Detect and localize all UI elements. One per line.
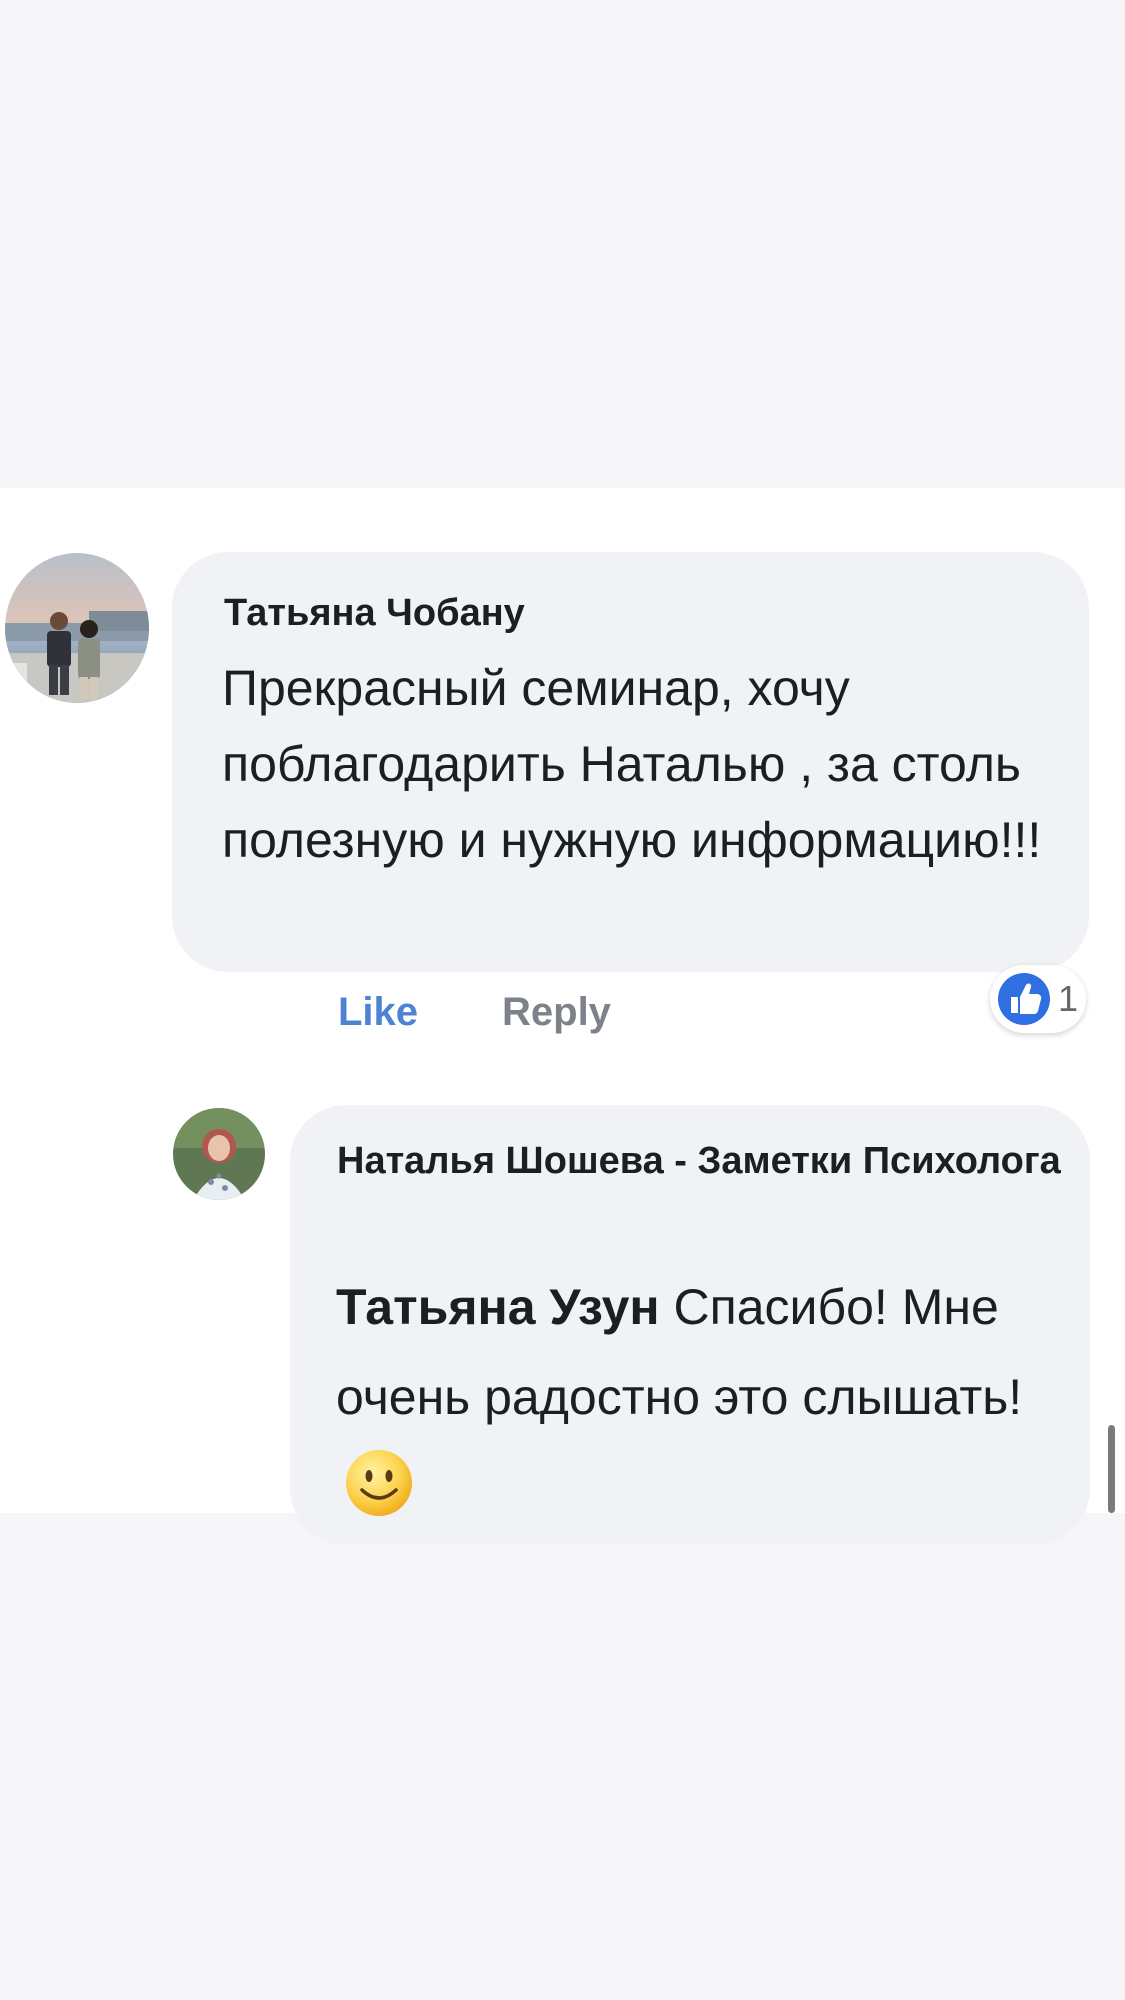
reply-text: Татьяна Узун Спасибо! Мне очень радостно… [336, 1262, 1076, 1532]
like-icon [998, 973, 1050, 1025]
scrollbar-thumb[interactable] [1108, 1425, 1115, 1513]
avatar-photo [5, 553, 149, 703]
reaction-count: 1 [1058, 978, 1079, 1019]
comment-text: Прекрасный семинар, хочу поблагодарить Н… [222, 660, 1042, 868]
reaction-summary[interactable]: 1 [990, 965, 1086, 1033]
reply-author-name[interactable]: Наталья Шошева - Заметки Психолога [337, 1125, 1077, 1197]
commenter-avatar[interactable] [5, 553, 149, 703]
mention-link[interactable]: Татьяна Узун [336, 1279, 660, 1335]
like-button[interactable]: Like [338, 982, 418, 1042]
comment-author-name[interactable]: Татьяна Чобану [224, 588, 525, 638]
reply-author-avatar[interactable] [173, 1108, 265, 1200]
smiley-emoji-icon [346, 1450, 412, 1516]
top-blank-area [0, 0, 1125, 488]
avatar-photo [173, 1108, 265, 1200]
reply-button[interactable]: Reply [502, 982, 611, 1042]
bottom-blank-area [0, 1513, 1125, 2000]
